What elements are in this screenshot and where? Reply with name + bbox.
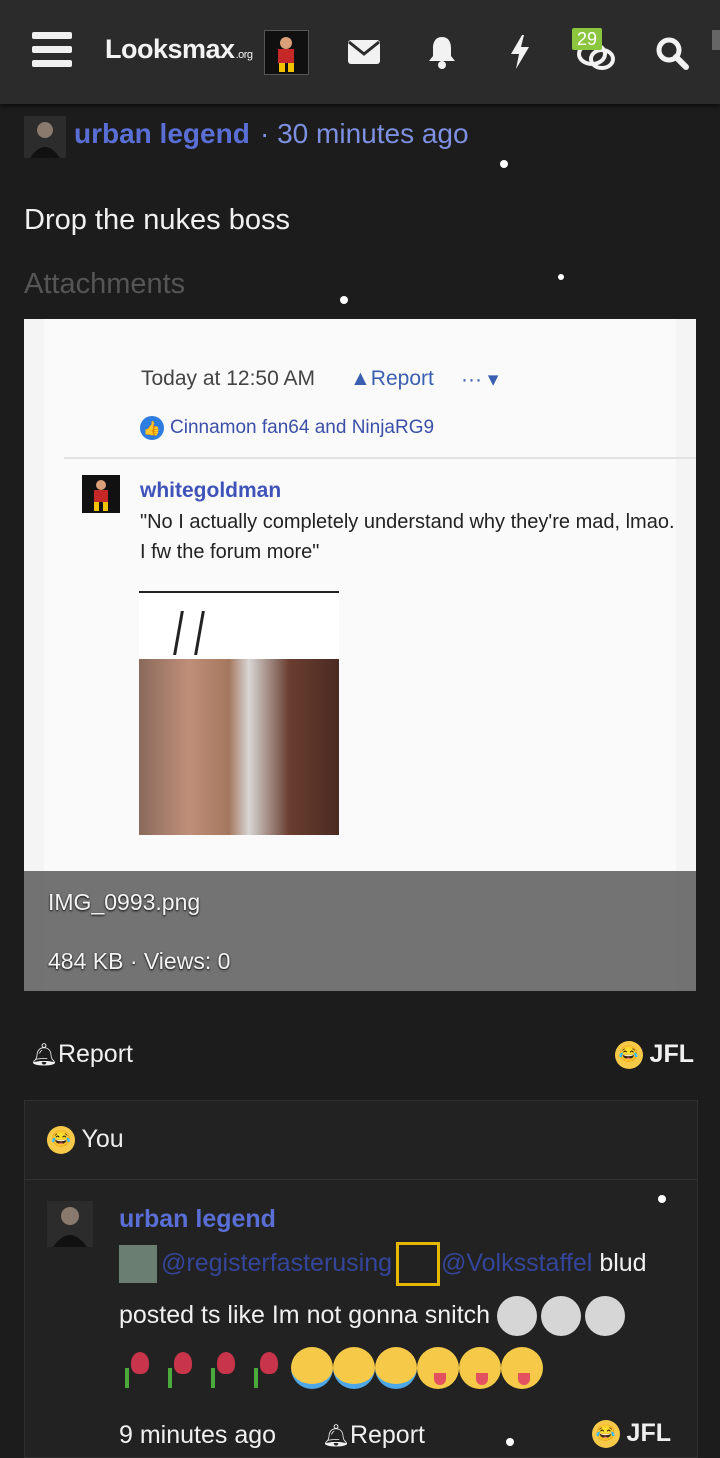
scroll-indicator — [712, 30, 720, 50]
mention-avatar — [119, 1245, 157, 1284]
mention-avatar — [398, 1245, 437, 1284]
skull-icon — [585, 1296, 625, 1337]
snow-particle — [658, 1195, 666, 1203]
crying-laughing-icon: 😂 — [591, 1420, 620, 1449]
lightning-icon[interactable] — [498, 30, 542, 74]
comment-body: @registerfasterusing @Volksstaffel blud … — [119, 1237, 689, 1393]
snow-particle — [500, 160, 508, 168]
zany-face-icon — [501, 1347, 543, 1390]
comment-timestamp[interactable]: 9 minutes ago — [119, 1421, 276, 1450]
comment-author-link[interactable]: urban legend — [119, 1205, 276, 1234]
attachment-image[interactable]: Today at 12:50 AM ▲Report ··· ▾ 👍 Cinnamo… — [24, 319, 696, 991]
meme-panel-top — [139, 591, 339, 663]
comment-author-avatar[interactable] — [47, 1201, 93, 1247]
wilted-rose-icon — [162, 1348, 196, 1389]
skull-icon — [541, 1296, 581, 1337]
zany-face-icon — [459, 1347, 501, 1390]
comment-text: posted ts like Im not gonna snitch — [119, 1301, 491, 1329]
screenshot-time: Today at 12:50 AM — [141, 367, 315, 390]
search-icon[interactable] — [650, 30, 694, 74]
comment-footer: 9 minutes ago 🔔︎Report 😂 JFL — [119, 1419, 693, 1451]
screenshot-avatar — [82, 475, 120, 513]
bell-icon[interactable] — [420, 30, 464, 74]
reactions-summary[interactable]: 😂 You — [47, 1125, 124, 1155]
like-icon: 👍 — [140, 416, 164, 440]
report-icon: 🔔︎ — [30, 1042, 58, 1067]
report-icon: 🔔︎ — [322, 1423, 350, 1448]
post-timestamp[interactable]: · 30 minutes ago — [260, 118, 469, 150]
comment-report-button[interactable]: 🔔︎Report — [322, 1421, 425, 1450]
attachments-heading: Attachments — [24, 268, 186, 300]
loudly-crying-icon — [333, 1347, 375, 1390]
conversations-count-badge: 29 — [572, 28, 603, 50]
comment-jfl-reaction-button[interactable]: 😂 JFL — [591, 1419, 671, 1449]
site-logo[interactable]: Looksmax.org — [105, 34, 253, 65]
mention-link[interactable]: @registerfasterusing — [161, 1249, 392, 1277]
menu-icon[interactable] — [32, 32, 72, 68]
screenshot-more-icon: ··· ▾ — [461, 368, 499, 391]
reactions-and-replies: 😂 You urban legend @registerfasterusing … — [24, 1100, 698, 1458]
crying-laughing-icon: 😂 — [614, 1041, 643, 1070]
wilted-rose-icon — [248, 1348, 282, 1389]
screenshot-username: whitegoldman — [140, 479, 282, 502]
post-actions: 🔔︎Report 😂 JFL — [30, 1040, 694, 1072]
comment-text: blud — [592, 1249, 647, 1277]
post-body-text: Drop the nukes boss — [24, 204, 290, 236]
wilted-rose-icon — [119, 1348, 153, 1389]
crying-laughing-icon: 😂 — [47, 1126, 75, 1155]
attachment-meta: 484 KB · Views: 0 — [48, 948, 231, 974]
attachment-caption: IMG_0993.png 484 KB · Views: 0 — [24, 871, 696, 991]
meme-image — [139, 659, 339, 835]
screenshot-quote: "No I actually completely understand why… — [140, 511, 675, 563]
wilted-rose-icon — [205, 1348, 239, 1389]
loudly-crying-icon — [375, 1347, 417, 1390]
author-name-link[interactable]: urban legend — [74, 118, 250, 150]
user-avatar[interactable] — [264, 30, 309, 75]
mention-link[interactable]: @Volksstaffel — [441, 1249, 592, 1277]
screenshot-likes: 👍 Cinnamon fan64 and NinjaRG9 — [140, 416, 434, 440]
snow-particle — [558, 274, 564, 280]
skull-icon — [497, 1296, 537, 1337]
attachment-filename[interactable]: IMG_0993.png — [48, 889, 200, 916]
screenshot-report: ▲Report — [350, 367, 434, 390]
loudly-crying-icon — [291, 1347, 333, 1390]
jfl-reaction-button[interactable]: 😂 JFL — [614, 1040, 694, 1070]
zany-face-icon — [417, 1347, 459, 1390]
top-navigation-bar: Looksmax.org 29 — [0, 0, 720, 104]
snow-particle — [340, 296, 348, 304]
author-avatar[interactable] — [24, 116, 66, 158]
screenshot-divider — [64, 457, 696, 459]
snow-particle — [506, 1438, 514, 1446]
divider — [25, 1179, 697, 1180]
report-button[interactable]: 🔔︎Report — [30, 1040, 133, 1069]
mail-icon[interactable] — [342, 30, 386, 74]
